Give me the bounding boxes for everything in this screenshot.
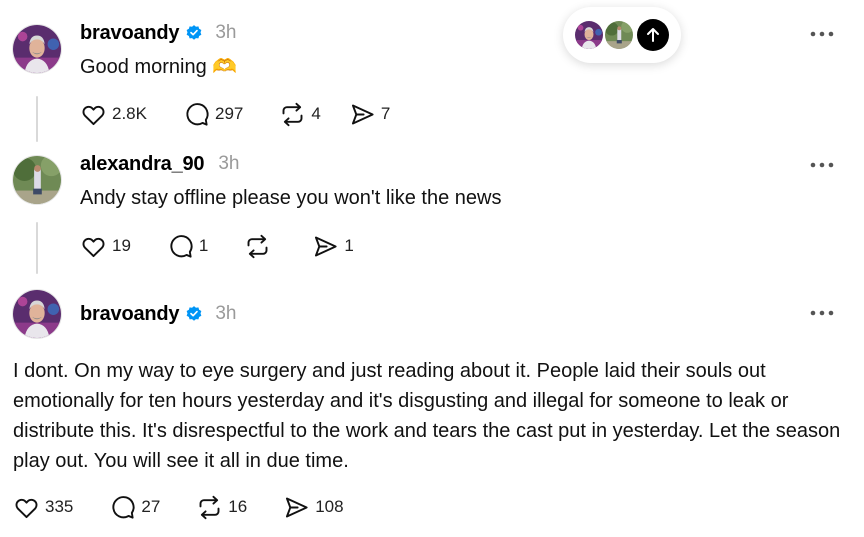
timestamp[interactable]: 3h [215, 303, 236, 325]
share-count: 108 [315, 497, 344, 516]
heart-icon [13, 494, 40, 521]
reply-button[interactable]: 1 [167, 233, 208, 260]
reply-icon [167, 233, 194, 260]
action-bar: 335 27 16 108 [13, 493, 380, 521]
verified-icon [185, 24, 203, 42]
reply-count: 297 [214, 104, 244, 123]
repost-button[interactable]: 4 [279, 101, 321, 128]
repost-button[interactable] [244, 233, 276, 260]
repost-icon [244, 233, 271, 260]
post-header: alexandra_90 3h [80, 152, 240, 176]
reply-count: 1 [198, 236, 209, 255]
more-icon[interactable] [808, 159, 836, 171]
share-button[interactable]: 7 [349, 101, 390, 128]
share-icon [312, 233, 339, 260]
like-button[interactable]: 335 [13, 494, 73, 521]
more-icon[interactable] [808, 28, 836, 40]
like-button[interactable]: 2.8K [80, 101, 147, 128]
thread-line [36, 96, 38, 142]
scroll-up-button[interactable] [637, 19, 669, 51]
reply-button[interactable]: 27 [109, 494, 160, 521]
share-button[interactable]: 1 [312, 233, 354, 260]
like-count: 335 [45, 497, 74, 516]
thread-line [36, 222, 38, 274]
reply-icon [183, 101, 210, 128]
like-count: 19 [112, 236, 131, 255]
action-bar: 19 1 1 [80, 232, 390, 260]
repost-count: 16 [228, 497, 248, 516]
username[interactable]: alexandra_90 [80, 153, 205, 176]
heart-icon [80, 233, 107, 260]
avatar[interactable] [12, 24, 62, 74]
timestamp[interactable]: 3h [215, 22, 236, 44]
repost-icon [279, 101, 306, 128]
avatar[interactable] [12, 155, 62, 205]
post-text: I dont. On my way to eye surgery and jus… [13, 360, 841, 472]
heart-icon [80, 101, 107, 128]
username[interactable]: bravoandy [80, 22, 180, 45]
new-posts-pill[interactable] [563, 7, 681, 63]
username[interactable]: bravoandy [80, 303, 180, 326]
reply-count: 27 [141, 497, 161, 516]
share-count: 7 [380, 104, 391, 123]
post-header: bravoandy 3h [80, 21, 236, 45]
arrow-up-icon [647, 28, 659, 42]
like-count: 2.8K [112, 104, 147, 123]
share-icon [283, 494, 310, 521]
like-button[interactable]: 19 [80, 233, 131, 260]
repost-count: 4 [311, 104, 321, 123]
post-header: bravoandy 3h [80, 302, 236, 326]
avatar [603, 19, 635, 51]
more-icon[interactable] [808, 307, 836, 319]
avatar[interactable] [12, 289, 62, 339]
post-text: Good morning 🫶 [80, 56, 238, 78]
repost-button[interactable]: 16 [196, 494, 247, 521]
repost-icon [196, 494, 223, 521]
action-bar: 2.8K 297 4 7 [80, 100, 426, 128]
post-text: Andy stay offline please you won't like … [80, 187, 502, 209]
share-count: 1 [344, 236, 354, 255]
timestamp[interactable]: 3h [218, 153, 239, 175]
reply-button[interactable]: 297 [183, 101, 243, 128]
share-button[interactable]: 108 [283, 494, 344, 521]
avatar [573, 19, 605, 51]
reply-icon [109, 494, 136, 521]
share-icon [349, 101, 376, 128]
verified-icon [185, 305, 203, 323]
